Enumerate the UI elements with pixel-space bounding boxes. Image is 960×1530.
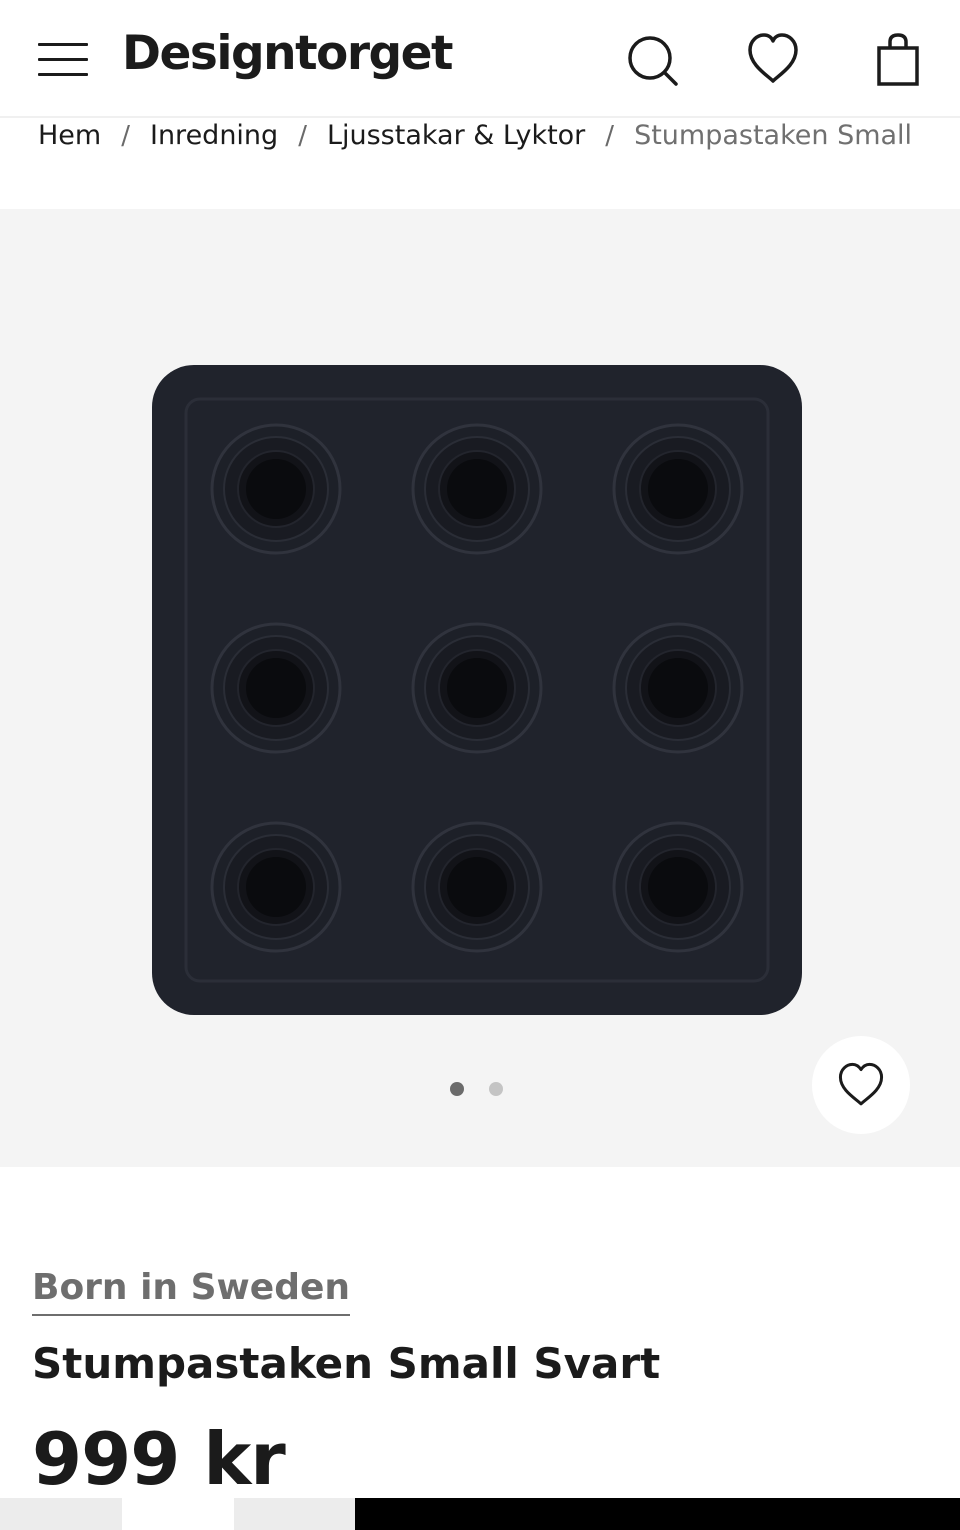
product-title: Stumpastaken Small Svart [32, 1339, 661, 1388]
heart-icon [838, 1062, 884, 1106]
breadcrumb-current: Stumpastaken Small S [634, 120, 922, 151]
quantity-area[interactable] [122, 1498, 234, 1530]
breadcrumb: Hem / Inredning / Ljusstakar & Lyktor / Stumpa… [38, 116, 922, 156]
cart-button[interactable] [868, 30, 928, 90]
candle-holder-cup [210, 622, 342, 754]
gallery-dot-1[interactable] [450, 1082, 464, 1096]
candle-holder-cup [612, 423, 744, 555]
menu-icon-line [38, 73, 88, 76]
add-to-cart-button[interactable] [355, 1498, 960, 1530]
product-image [152, 365, 802, 1015]
gallery-dot-2[interactable] [489, 1082, 503, 1096]
gallery-pagination [450, 1081, 528, 1099]
breadcrumb-separator: / [298, 121, 307, 151]
breadcrumb-inredning[interactable]: Inredning [150, 120, 278, 151]
wishlist-button[interactable] [743, 30, 803, 90]
product-price: 999 kr [32, 1417, 286, 1501]
menu-button[interactable] [38, 40, 90, 80]
add-to-favorites-button[interactable] [812, 1036, 910, 1134]
breadcrumb-ljusstakar[interactable]: Ljusstakar & Lyktor [327, 120, 585, 151]
heart-icon [748, 33, 798, 83]
candle-holder-cup [210, 423, 342, 555]
breadcrumb-separator: / [121, 121, 130, 151]
bottom-bar [0, 1498, 960, 1530]
candle-holder-cup [411, 423, 543, 555]
breadcrumb-home[interactable]: Hem [38, 120, 101, 151]
menu-icon-line [38, 43, 88, 46]
candle-holder-cup [612, 622, 744, 754]
menu-icon-line [38, 58, 88, 61]
candle-holder-cup [411, 622, 543, 754]
candle-holder-cup [411, 821, 543, 953]
search-icon [628, 36, 678, 86]
site-header: Designtorget [0, 0, 960, 118]
site-logo[interactable]: Designtorget [122, 26, 454, 81]
shopping-bag-icon [877, 33, 919, 86]
brand-link[interactable]: Born in Sweden [32, 1264, 351, 1316]
candle-holder-cup [612, 821, 744, 953]
breadcrumb-separator: / [605, 121, 615, 151]
search-button[interactable] [622, 30, 682, 90]
candle-holder-cup [210, 821, 342, 953]
product-gallery[interactable] [0, 209, 960, 1167]
